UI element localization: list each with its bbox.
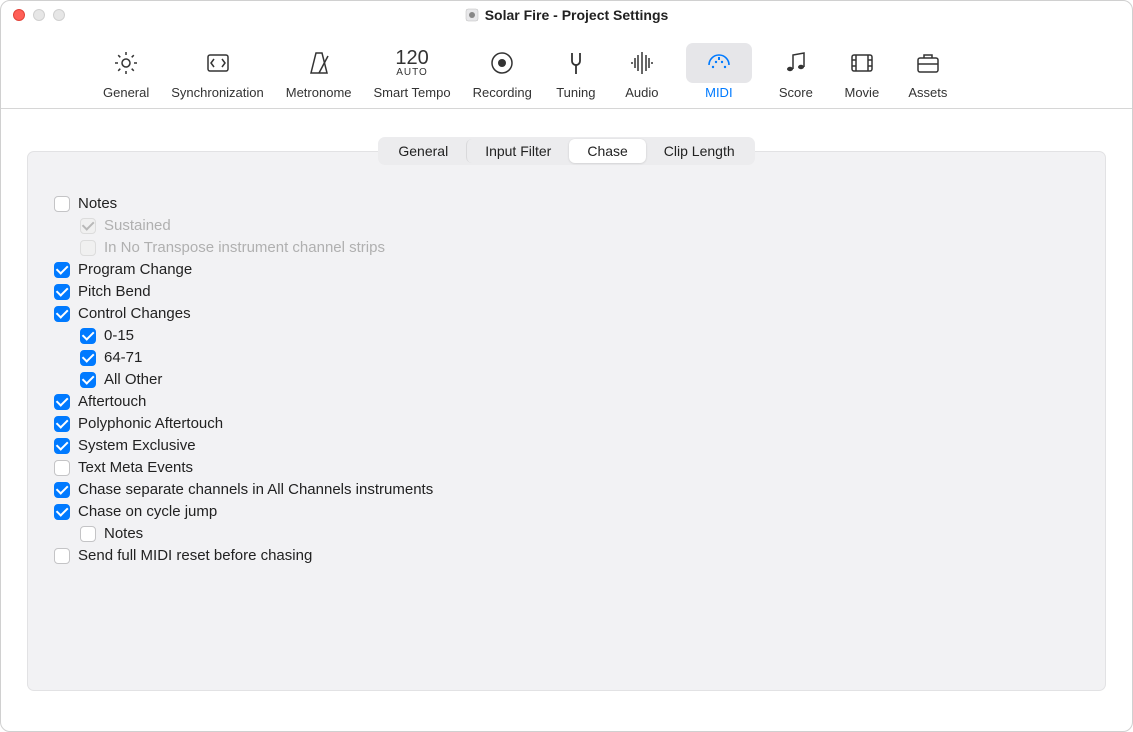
waveform-icon: [627, 43, 657, 83]
record-icon: [487, 43, 517, 83]
label-sysex: System Exclusive: [78, 437, 196, 454]
titlebar: Solar Fire - Project Settings: [1, 1, 1132, 29]
toolbar: General Synchronization Metronome 120AUT…: [1, 29, 1132, 109]
segment-control: General Input Filter Chase Clip Length: [378, 137, 754, 165]
checkbox-text-meta[interactable]: [54, 460, 70, 476]
toolbar-label: Movie: [845, 85, 880, 100]
checkbox-control-changes[interactable]: [54, 306, 70, 322]
checkbox-pitch-bend[interactable]: [54, 284, 70, 300]
window-controls: [13, 9, 65, 21]
checkbox-chase-cycle[interactable]: [54, 504, 70, 520]
segment-clip-length[interactable]: Clip Length: [646, 139, 753, 163]
label-text-meta: Text Meta Events: [78, 459, 193, 476]
toolbar-item-movie[interactable]: Movie: [832, 39, 892, 102]
segment-general[interactable]: General: [380, 139, 466, 163]
label-cc-64-71: 64-71: [104, 349, 142, 366]
midi-icon: [686, 43, 752, 83]
film-icon: [847, 43, 877, 83]
label-notes: Notes: [78, 195, 117, 212]
app-icon: [465, 8, 479, 22]
toolbar-label: Audio: [625, 85, 658, 100]
checkbox-cc-all-other[interactable]: [80, 372, 96, 388]
minimize-button[interactable]: [33, 9, 45, 21]
label-aftertouch: Aftertouch: [78, 393, 146, 410]
checkbox-chase-separate[interactable]: [54, 482, 70, 498]
gear-icon: [111, 43, 141, 83]
toolbar-item-general[interactable]: General: [95, 39, 157, 102]
label-pitch-bend: Pitch Bend: [78, 283, 151, 300]
label-no-transpose: In No Transpose instrument channel strip…: [104, 239, 385, 256]
toolbar-item-midi[interactable]: MIDI: [678, 39, 760, 102]
segment-chase[interactable]: Chase: [569, 139, 645, 163]
smart-tempo-icon: 120AUTO: [395, 43, 428, 83]
label-poly-aftertouch: Polyphonic Aftertouch: [78, 415, 223, 432]
toolbar-item-smart-tempo[interactable]: 120AUTO Smart Tempo: [366, 39, 459, 102]
toolbar-label: Smart Tempo: [374, 85, 451, 100]
toolbar-label: Metronome: [286, 85, 352, 100]
toolbar-item-metronome[interactable]: Metronome: [278, 39, 360, 102]
toolbar-item-tuning[interactable]: Tuning: [546, 39, 606, 102]
close-button[interactable]: [13, 9, 25, 21]
score-icon: [781, 43, 811, 83]
tuning-fork-icon: [561, 43, 591, 83]
metronome-icon: [304, 43, 334, 83]
label-send-full-reset: Send full MIDI reset before chasing: [78, 547, 312, 564]
segment-input-filter[interactable]: Input Filter: [466, 139, 569, 163]
label-control-changes: Control Changes: [78, 305, 191, 322]
toolbar-item-assets[interactable]: Assets: [898, 39, 958, 102]
checkbox-send-full-reset[interactable]: [54, 548, 70, 564]
label-cc-all-other: All Other: [104, 371, 162, 388]
toolbar-label: Score: [779, 85, 813, 100]
checkbox-no-transpose: [80, 240, 96, 256]
toolbar-label: Assets: [908, 85, 947, 100]
toolbar-label: MIDI: [705, 85, 732, 100]
sync-icon: [203, 43, 233, 83]
checkbox-sustained: [80, 218, 96, 234]
briefcase-icon: [913, 43, 943, 83]
toolbar-item-recording[interactable]: Recording: [465, 39, 540, 102]
checkbox-poly-aftertouch[interactable]: [54, 416, 70, 432]
toolbar-label: Synchronization: [171, 85, 264, 100]
toolbar-label: Recording: [473, 85, 532, 100]
checkbox-notes[interactable]: [54, 196, 70, 212]
content-area: General Input Filter Chase Clip Length N…: [1, 109, 1132, 711]
checkbox-program-change[interactable]: [54, 262, 70, 278]
maximize-button[interactable]: [53, 9, 65, 21]
label-program-change: Program Change: [78, 261, 192, 278]
checkbox-cc-64-71[interactable]: [80, 350, 96, 366]
label-chase-separate: Chase separate channels in All Channels …: [78, 481, 433, 498]
checkbox-cc-0-15[interactable]: [80, 328, 96, 344]
label-cycle-notes: Notes: [104, 525, 143, 542]
toolbar-item-audio[interactable]: Audio: [612, 39, 672, 102]
checkbox-cycle-notes[interactable]: [80, 526, 96, 542]
checkbox-aftertouch[interactable]: [54, 394, 70, 410]
window-title: Solar Fire - Project Settings: [1, 7, 1132, 23]
label-cc-0-15: 0-15: [104, 327, 134, 344]
settings-panel: Notes Sustained In No Transpose instrume…: [27, 151, 1106, 691]
toolbar-item-synchronization[interactable]: Synchronization: [163, 39, 272, 102]
label-chase-cycle: Chase on cycle jump: [78, 503, 217, 520]
toolbar-label: General: [103, 85, 149, 100]
toolbar-label: Tuning: [556, 85, 595, 100]
label-sustained: Sustained: [104, 217, 171, 234]
checkbox-sysex[interactable]: [54, 438, 70, 454]
toolbar-item-score[interactable]: Score: [766, 39, 826, 102]
